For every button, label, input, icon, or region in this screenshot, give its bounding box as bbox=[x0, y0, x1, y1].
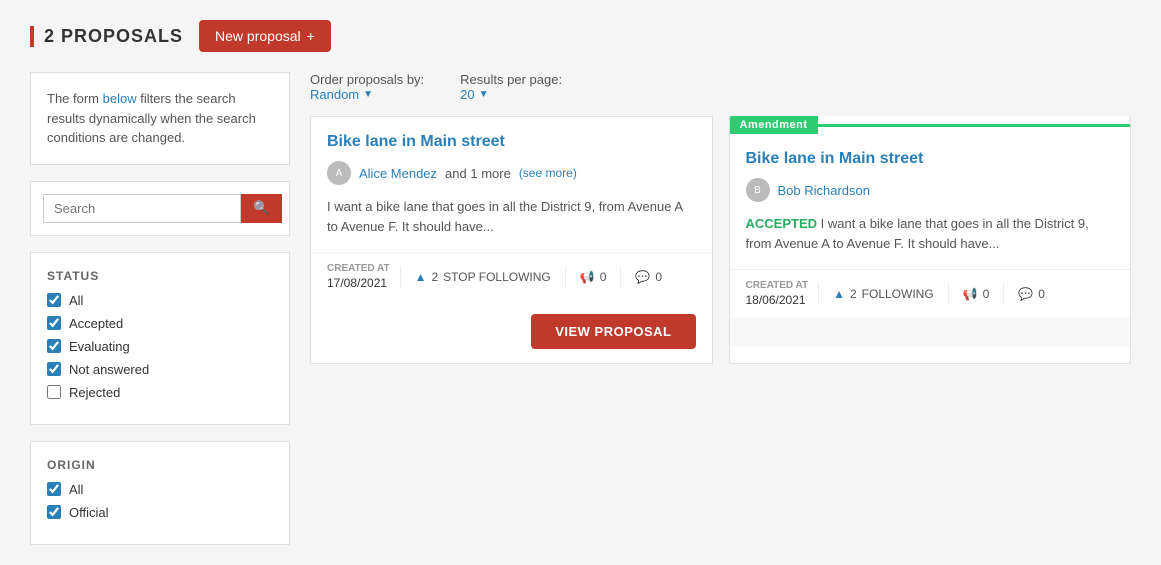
comments-count-2: 0 bbox=[1038, 287, 1045, 301]
follow-label-2: FOLLOWING bbox=[862, 287, 934, 301]
follow-icon-1: ▲ bbox=[415, 270, 427, 284]
sort-bar: Order proposals by: Random ▼ Results per… bbox=[310, 72, 1131, 102]
amendment-top-bar: Amendment bbox=[730, 116, 1131, 134]
votes-icon-1: 📢 bbox=[580, 270, 595, 284]
card-footer-1: CREATED AT 17/08/2021 ▲ 2 STOP FOLLOWING… bbox=[311, 252, 712, 300]
content-area: Order proposals by: Random ▼ Results per… bbox=[310, 72, 1131, 545]
plus-icon: + bbox=[307, 28, 315, 44]
amendment-line bbox=[818, 124, 1130, 127]
results-per-page-value[interactable]: 20 ▼ bbox=[460, 87, 568, 102]
follow-count-2: 2 bbox=[850, 287, 857, 301]
follow-action-1[interactable]: ▲ 2 STOP FOLLOWING bbox=[401, 266, 566, 288]
follow-label-1: STOP FOLLOWING bbox=[443, 270, 551, 284]
card-description-2: ACCEPTED I want a bike lane that goes in… bbox=[746, 214, 1115, 253]
votes-action-1[interactable]: 📢 0 bbox=[566, 266, 622, 288]
order-by-label: Order proposals by: bbox=[310, 72, 424, 87]
status-filter-not-answered[interactable]: Not answered bbox=[47, 362, 273, 377]
proposals-grid: Bike lane in Main street A Alice Mendez … bbox=[310, 116, 1131, 364]
results-per-page-label: Results per page: bbox=[460, 72, 562, 87]
sidebar: The form below filters the search result… bbox=[30, 72, 290, 545]
order-dropdown-icon: ▼ bbox=[363, 89, 373, 100]
card-author-2: B Bob Richardson bbox=[746, 178, 1115, 202]
search-input[interactable] bbox=[43, 194, 241, 223]
comments-action-2[interactable]: 💬 0 bbox=[1004, 283, 1059, 305]
card-spacer-2 bbox=[730, 317, 1131, 347]
results-per-page-group: Results per page: 20 ▼ bbox=[460, 72, 568, 102]
votes-count-1: 0 bbox=[600, 270, 607, 284]
footer-actions-1: ▲ 2 STOP FOLLOWING 📢 0 💬 0 bbox=[400, 266, 676, 288]
avatar-2: B bbox=[746, 178, 770, 202]
created-at-1: CREATED AT 17/08/2021 bbox=[327, 263, 390, 290]
order-by-group: Order proposals by: Random ▼ bbox=[310, 72, 430, 102]
amendment-tag: Amendment bbox=[730, 116, 818, 134]
results-dropdown-icon: ▼ bbox=[479, 89, 489, 100]
proposal-title-2[interactable]: Bike lane in Main street bbox=[746, 150, 1115, 168]
search-icon: 🔍 bbox=[253, 200, 270, 215]
comments-action-1[interactable]: 💬 0 bbox=[621, 266, 676, 288]
comments-icon-2: 💬 bbox=[1018, 287, 1033, 301]
proposal-card-2: Amendment Bike lane in Main street B Bob… bbox=[729, 116, 1132, 364]
status-filter-all[interactable]: All bbox=[47, 293, 273, 308]
follow-action-2[interactable]: ▲ 2 FOLLOWING bbox=[819, 283, 949, 305]
footer-actions-2: ▲ 2 FOLLOWING 📢 0 💬 0 bbox=[818, 283, 1059, 305]
origin-filter-section: ORIGIN All Official bbox=[30, 441, 290, 545]
below-link[interactable]: below bbox=[103, 91, 137, 106]
card-footer-2: CREATED AT 18/06/2021 ▲ 2 FOLLOWING 📢 bbox=[730, 269, 1131, 317]
see-more-link-1[interactable]: (see more) bbox=[519, 166, 577, 180]
view-proposal-button-1[interactable]: VIEW PROPOSAL bbox=[531, 314, 695, 349]
comments-count-1: 0 bbox=[655, 270, 662, 284]
card-description-1: I want a bike lane that goes in all the … bbox=[327, 197, 696, 236]
author-name-2[interactable]: Bob Richardson bbox=[778, 183, 871, 198]
status-filter-title: STATUS bbox=[47, 269, 273, 283]
order-by-value[interactable]: Random ▼ bbox=[310, 87, 430, 102]
status-filter-accepted[interactable]: Accepted bbox=[47, 316, 273, 331]
search-button[interactable]: 🔍 bbox=[241, 194, 282, 223]
view-btn-wrapper-1: VIEW PROPOSAL bbox=[311, 300, 712, 363]
author-name-1[interactable]: Alice Mendez bbox=[359, 166, 437, 181]
status-filter-evaluating[interactable]: Evaluating bbox=[47, 339, 273, 354]
votes-count-2: 0 bbox=[983, 287, 990, 301]
accepted-badge: ACCEPTED bbox=[746, 216, 818, 231]
new-proposal-button[interactable]: New proposal + bbox=[199, 20, 331, 52]
origin-filter-official[interactable]: Official bbox=[47, 505, 273, 520]
status-filter-rejected[interactable]: Rejected bbox=[47, 385, 273, 400]
follow-icon-2: ▲ bbox=[833, 287, 845, 301]
author-extra-1: and 1 more bbox=[445, 166, 511, 181]
card-body-2: Bike lane in Main street B Bob Richardso… bbox=[730, 134, 1131, 269]
card-body-1: Bike lane in Main street A Alice Mendez … bbox=[311, 117, 712, 252]
page-title: 2 PROPOSALS bbox=[44, 26, 183, 46]
follow-count-1: 2 bbox=[431, 270, 438, 284]
sidebar-info: The form below filters the search result… bbox=[30, 72, 290, 165]
votes-icon-2: 📢 bbox=[963, 287, 978, 301]
origin-filter-all[interactable]: All bbox=[47, 482, 273, 497]
search-box: 🔍 bbox=[30, 181, 290, 236]
proposal-title-1[interactable]: Bike lane in Main street bbox=[327, 133, 696, 151]
comments-icon-1: 💬 bbox=[635, 270, 650, 284]
status-filter-section: STATUS All Accepted Evaluating Not answe… bbox=[30, 252, 290, 425]
votes-action-2[interactable]: 📢 0 bbox=[949, 283, 1005, 305]
proposal-card-1: Bike lane in Main street A Alice Mendez … bbox=[310, 116, 713, 364]
origin-filter-title: ORIGIN bbox=[47, 458, 273, 472]
created-at-2: CREATED AT 18/06/2021 bbox=[746, 280, 809, 307]
card-author-1: A Alice Mendez and 1 more (see more) bbox=[327, 161, 696, 185]
avatar-1: A bbox=[327, 161, 351, 185]
